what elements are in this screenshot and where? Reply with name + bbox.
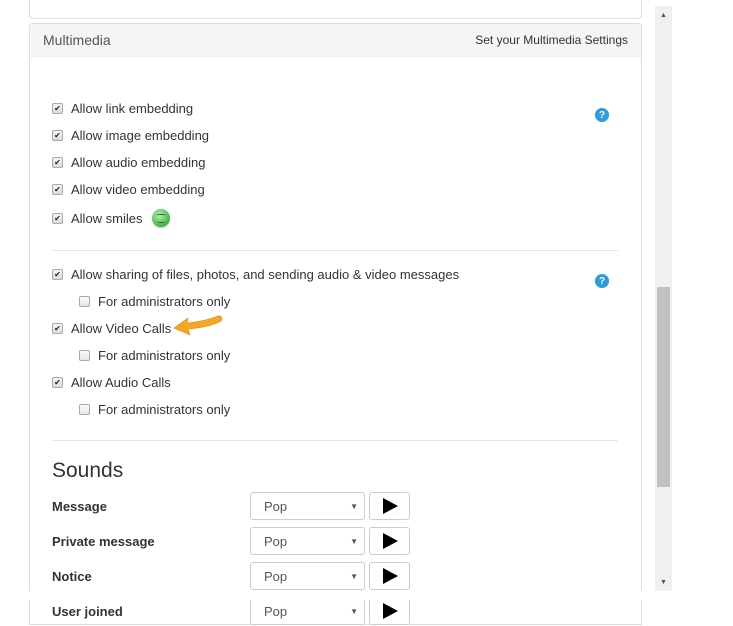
sounds-heading: Sounds: [52, 459, 124, 482]
viewport-bottom-edge: [0, 591, 733, 600]
allow-audio-calls-checkbox[interactable]: ✔: [52, 377, 63, 388]
annotation-arrow-icon: [173, 315, 223, 336]
allow-audio-embedding-option[interactable]: ✔ Allow audio embedding: [52, 155, 205, 170]
chevron-down-icon: ▼: [350, 606, 358, 616]
message-play-button[interactable]: [369, 492, 410, 520]
sharing-help-icon[interactable]: ?: [595, 274, 609, 288]
notice-sound-select[interactable]: Pop ▼: [250, 562, 365, 590]
message-sound-select[interactable]: Pop ▼: [250, 492, 365, 520]
sound-label: Notice: [52, 568, 92, 584]
video-calls-admin-only-checkbox[interactable]: [79, 350, 90, 361]
allow-video-embedding-label: Allow video embedding: [71, 182, 205, 197]
play-icon: [383, 498, 398, 514]
scroll-down-arrow-icon[interactable]: ▼: [655, 575, 672, 589]
allow-audio-calls-option[interactable]: ✔ Allow Audio Calls: [52, 375, 171, 390]
sharing-admin-only-label: For administrators only: [98, 294, 231, 309]
sound-row-user-joined: User joined Pop ▼: [52, 596, 412, 626]
play-icon: [383, 603, 398, 619]
allow-image-embedding-label: Allow image embedding: [71, 128, 210, 143]
allow-image-embedding-option[interactable]: ✔ Allow image embedding: [52, 128, 209, 143]
allow-video-embedding-checkbox[interactable]: ✔: [52, 184, 63, 195]
panel-title: Multimedia: [43, 32, 111, 48]
user-joined-sound-select[interactable]: Pop ▼: [250, 597, 365, 625]
allow-sharing-label: Allow sharing of files, photos, and send…: [71, 267, 460, 282]
audio-calls-admin-only-option[interactable]: For administrators only: [79, 402, 230, 417]
audio-calls-admin-only-checkbox[interactable]: [79, 404, 90, 415]
panel-subtitle: Set your Multimedia Settings: [475, 33, 628, 47]
allow-link-embedding-option[interactable]: ✔ Allow link embedding: [52, 101, 193, 116]
allow-sharing-option[interactable]: ✔ Allow sharing of files, photos, and se…: [52, 267, 459, 282]
private-message-sound-select[interactable]: Pop ▼: [250, 527, 365, 555]
video-calls-admin-only-label: For administrators only: [98, 348, 231, 363]
allow-smiles-label: Allow smiles: [71, 210, 143, 226]
allow-link-embedding-checkbox[interactable]: ✔: [52, 103, 63, 114]
allow-video-calls-checkbox[interactable]: ✔: [52, 323, 63, 334]
sound-label: User joined: [52, 603, 123, 619]
audio-calls-admin-only-label: For administrators only: [98, 402, 231, 417]
select-value: Pop: [264, 533, 288, 549]
allow-audio-calls-label: Allow Audio Calls: [71, 375, 171, 390]
chevron-down-icon: ▼: [350, 571, 358, 581]
sound-row-private-message: Private message Pop ▼: [52, 526, 412, 556]
allow-video-calls-label: Allow Video Calls: [71, 321, 172, 336]
allow-link-embedding-label: Allow link embedding: [71, 101, 194, 116]
scrollbar-thumb[interactable]: [657, 287, 670, 487]
notice-play-button[interactable]: [369, 562, 410, 590]
sound-row-notice: Notice Pop ▼: [52, 561, 412, 591]
allow-image-embedding-checkbox[interactable]: ✔: [52, 130, 63, 141]
play-icon: [383, 568, 398, 584]
multimedia-panel: Multimedia Set your Multimedia Settings …: [29, 23, 642, 625]
section-divider: [52, 440, 618, 441]
chevron-down-icon: ▼: [350, 501, 358, 511]
video-calls-admin-only-option[interactable]: For administrators only: [79, 348, 230, 363]
section-divider: [52, 250, 618, 251]
smiley-icon: [151, 209, 170, 227]
allow-smiles-checkbox[interactable]: ✔: [52, 212, 63, 224]
previous-panel: [29, 0, 642, 19]
play-icon: [383, 533, 398, 549]
sharing-admin-only-option[interactable]: For administrators only: [79, 294, 230, 309]
select-value: Pop: [264, 603, 288, 619]
scroll-up-arrow-icon[interactable]: ▲: [655, 8, 672, 22]
user-joined-play-button[interactable]: [369, 597, 410, 625]
private-message-play-button[interactable]: [369, 527, 410, 555]
sound-label: Private message: [52, 533, 155, 549]
select-value: Pop: [264, 498, 288, 514]
select-value: Pop: [264, 568, 288, 584]
sound-label: Message: [52, 498, 107, 514]
sound-row-message: Message Pop ▼: [52, 491, 412, 521]
allow-audio-embedding-label: Allow audio embedding: [71, 155, 206, 170]
allow-video-calls-option[interactable]: ✔ Allow Video Calls: [52, 321, 171, 336]
allow-audio-embedding-checkbox[interactable]: ✔: [52, 157, 63, 168]
allow-sharing-checkbox[interactable]: ✔: [52, 269, 63, 280]
sharing-admin-only-checkbox[interactable]: [79, 296, 90, 307]
chevron-down-icon: ▼: [350, 536, 358, 546]
allow-smiles-option[interactable]: ✔ Allow smiles: [52, 209, 170, 227]
panel-heading: Multimedia Set your Multimedia Settings: [30, 24, 641, 57]
embedding-help-icon[interactable]: ?: [595, 108, 609, 122]
vertical-scrollbar[interactable]: ▲ ▼: [655, 6, 672, 591]
allow-video-embedding-option[interactable]: ✔ Allow video embedding: [52, 182, 205, 197]
